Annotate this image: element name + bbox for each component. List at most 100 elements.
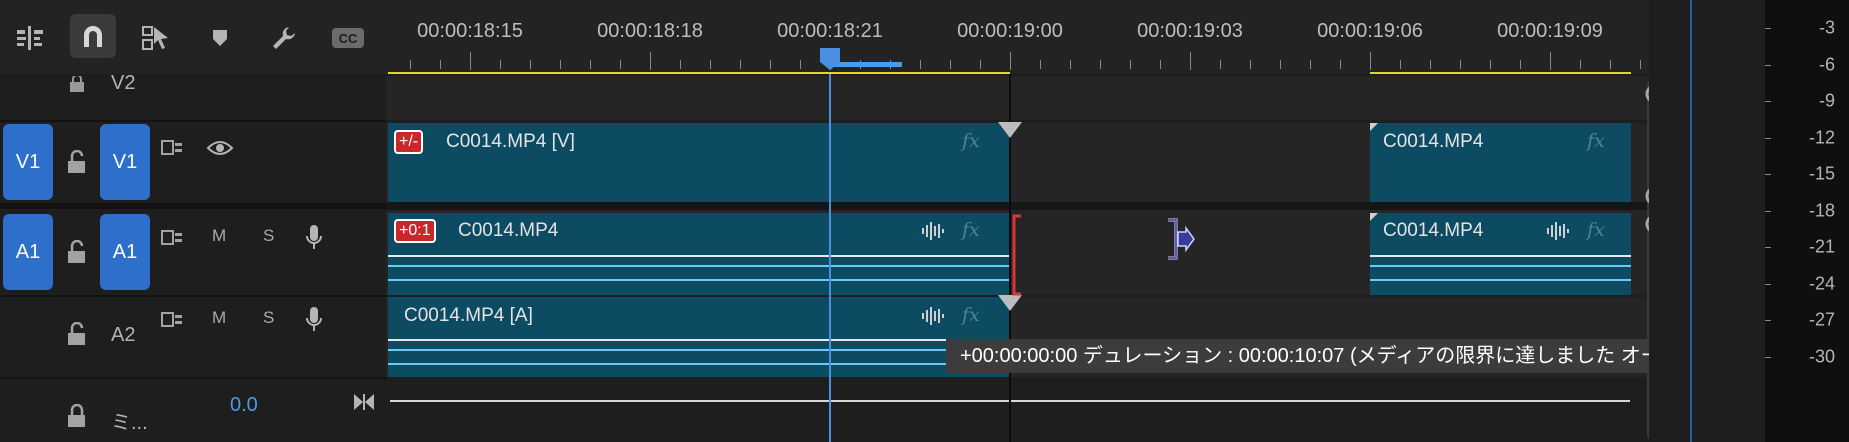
track-label-mix: ミ... xyxy=(111,412,148,434)
ruler-tick xyxy=(650,52,651,70)
mute-button-a2[interactable]: M xyxy=(212,308,226,328)
source-patch-a1[interactable]: A1 xyxy=(3,214,53,290)
insert-sequence-tool[interactable] xyxy=(12,20,48,56)
microphone-icon[interactable] xyxy=(305,224,323,252)
waveform-line xyxy=(388,279,1010,281)
settings-wrench-icon xyxy=(273,27,295,49)
solo-button-a2[interactable]: S xyxy=(263,308,274,328)
time-ruler[interactable]: 00:00:18:15 00:00:18:18 00:00:18:21 00:0… xyxy=(386,0,1649,76)
ruler-tick xyxy=(1220,60,1221,69)
edit-point-marker xyxy=(998,122,1022,138)
db-label: -12 xyxy=(1808,127,1835,147)
fx-icon: fx xyxy=(1587,130,1605,152)
mix-volume-value[interactable]: 0.0 xyxy=(230,394,258,417)
volume-rubber-band[interactable] xyxy=(1370,255,1631,257)
track-divider xyxy=(0,120,386,122)
ruler-tick xyxy=(1130,60,1131,69)
captions-button[interactable]: CC xyxy=(330,20,366,56)
waveform-line xyxy=(1370,279,1631,281)
eye-icon[interactable] xyxy=(206,140,234,156)
ruler-tick xyxy=(950,60,951,69)
source-patch-v1[interactable]: V1 xyxy=(3,124,53,200)
playhead-line[interactable] xyxy=(829,74,831,442)
timeline-toolbar: CC xyxy=(0,0,386,74)
db-tick xyxy=(1765,247,1771,248)
track-divider xyxy=(0,203,386,209)
timeline-tracks[interactable]: +/- C0014.MP4 [V] fx C0014.MP4 fx +0:1 C… xyxy=(386,74,1757,442)
timeline-settings-button[interactable] xyxy=(266,20,302,56)
lock-icon[interactable] xyxy=(68,76,86,92)
microphone-icon[interactable] xyxy=(305,306,323,334)
preview-range-bar xyxy=(832,62,902,67)
ruler-tick xyxy=(500,60,501,69)
ruler-tick xyxy=(1610,60,1611,69)
sync-lock-icon[interactable] xyxy=(160,310,184,328)
db-tick xyxy=(1765,28,1771,29)
db-tick xyxy=(1765,210,1771,212)
track-lane-mix[interactable] xyxy=(386,379,1649,442)
db-label: -15 xyxy=(1808,163,1835,184)
ruler-tick xyxy=(1160,60,1161,69)
timecode-label: 00:00:19:00 xyxy=(957,20,1063,42)
clip-name: C0014.MP4 xyxy=(458,220,559,241)
ruler-tick xyxy=(1280,60,1281,69)
fx-icon: fx xyxy=(962,304,980,326)
db-tick xyxy=(1765,320,1771,321)
db-tick xyxy=(1765,101,1771,102)
clip-a1-left[interactable]: +0:1 C0014.MP4 fx xyxy=(388,213,1010,295)
clip-v1-left[interactable]: +/- C0014.MP4 [V] fx xyxy=(388,123,1010,202)
linked-selection-button[interactable] xyxy=(138,20,174,56)
track-headers: V2 V1 V1 A1 A1 M S A2 M S ミ... 0.0 xyxy=(0,72,386,442)
edit-point-marker xyxy=(998,295,1022,311)
ruler-tick xyxy=(1100,60,1101,69)
lock-icon[interactable] xyxy=(66,404,88,428)
ripple-trim-cursor-icon xyxy=(1168,218,1195,260)
timeline-right-margin xyxy=(1649,0,1765,442)
ruler-tick xyxy=(1190,52,1191,70)
video-audio-divider xyxy=(386,202,1649,210)
add-marker-button[interactable] xyxy=(202,20,238,56)
db-tick xyxy=(1765,64,1771,66)
volume-rubber-band[interactable] xyxy=(388,339,1010,341)
clip-a2-left[interactable]: C0014.MP4 [A] fx xyxy=(388,297,1010,377)
clip-edge-marker xyxy=(1370,123,1378,131)
track-lane-v2[interactable] xyxy=(386,76,1649,120)
ruler-tick xyxy=(800,60,801,69)
audio-waveform-icon xyxy=(922,222,944,240)
ruler-tick xyxy=(1400,60,1401,69)
ruler-tick xyxy=(1550,52,1551,70)
fx-icon: fx xyxy=(962,219,980,241)
mute-button-a1[interactable]: M xyxy=(212,226,226,246)
ruler-tick xyxy=(1310,60,1311,69)
ruler-tick xyxy=(590,60,591,69)
volume-rubber-band[interactable] xyxy=(388,255,1010,257)
captions-icon: CC xyxy=(332,28,364,48)
svg-text:CC: CC xyxy=(339,31,358,46)
trim-handle-bracket[interactable] xyxy=(1011,214,1023,296)
collapse-expand-icon[interactable] xyxy=(352,392,376,412)
waveform-line xyxy=(388,349,1010,351)
playhead-handle[interactable] xyxy=(818,46,842,72)
ruler-tick xyxy=(1490,60,1491,69)
clip-a1-right[interactable]: C0014.MP4 fx xyxy=(1370,213,1631,295)
track-target-a1[interactable]: A1 xyxy=(100,214,150,290)
track-target-v1[interactable]: V1 xyxy=(100,124,150,200)
unlock-icon[interactable] xyxy=(66,240,88,264)
solo-button-a1[interactable]: S xyxy=(263,226,274,246)
ruler-tick xyxy=(410,60,411,69)
unlock-icon[interactable] xyxy=(66,150,88,174)
timecode-label: 00:00:18:21 xyxy=(777,20,883,42)
audio-meter: -3 -6 -9 -12 -15 -18 -21 -24 -27 -30 xyxy=(1765,0,1849,442)
ruler-tick xyxy=(920,60,921,69)
unlock-icon[interactable] xyxy=(66,322,88,346)
track-label-a2: A2 xyxy=(111,324,136,346)
timecode-label: 00:00:19:03 xyxy=(1137,20,1243,42)
db-label: -27 xyxy=(1808,309,1835,330)
clip-v1-right[interactable]: C0014.MP4 fx xyxy=(1370,123,1631,202)
ruler-tick xyxy=(1370,52,1371,70)
audio-waveform-icon xyxy=(1547,222,1569,240)
sync-lock-icon[interactable] xyxy=(160,138,184,156)
sync-lock-icon[interactable] xyxy=(160,228,184,246)
fx-icon: fx xyxy=(962,130,980,152)
snap-button[interactable] xyxy=(70,14,116,58)
